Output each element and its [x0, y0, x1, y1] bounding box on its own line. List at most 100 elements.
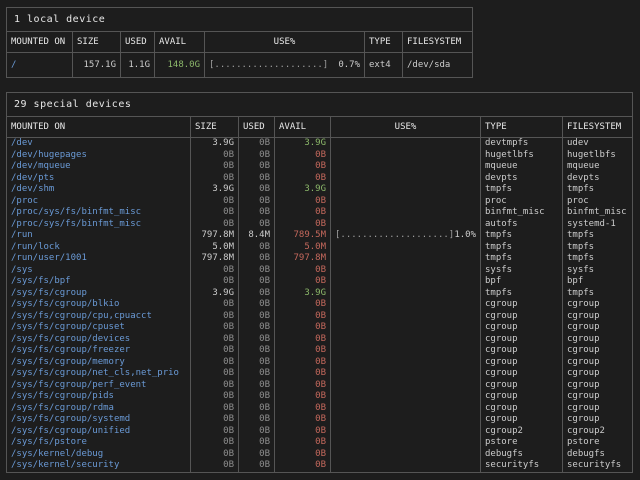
mount-cell: /run/lock	[7, 242, 191, 254]
size-cell: 0B	[191, 357, 239, 369]
table-row: /sys/fs/cgroup/unified0B0B0Bcgroup2cgrou…	[7, 426, 633, 438]
special-devices-rows: /dev3.9G0B3.9Gdevtmpfsudev/dev/hugepages…	[7, 138, 633, 473]
mount-cell: /sys/kernel/security	[7, 460, 191, 472]
size-cell: 0B	[191, 322, 239, 334]
use-cell	[331, 161, 481, 173]
avail-cell: 0B	[275, 380, 331, 392]
use-cell	[331, 449, 481, 461]
mount-cell: /dev/shm	[7, 184, 191, 196]
column-header-use-percent: USE%	[205, 32, 365, 53]
table-row: /sys/fs/cgroup/net_cls,net_prio0B0B0Bcgr…	[7, 368, 633, 380]
type-cell: tmpfs	[481, 288, 563, 300]
column-header-type: TYPE	[365, 32, 403, 53]
mount-cell: /sys/fs/cgroup/cpu,cpuacct	[7, 311, 191, 323]
size-cell: 0B	[191, 334, 239, 346]
fs-cell: cgroup	[563, 311, 633, 323]
size-cell: 0B	[191, 460, 239, 472]
size-cell: 797.8M	[191, 253, 239, 265]
mount-cell: /proc	[7, 196, 191, 208]
size-cell: 3.9G	[191, 184, 239, 196]
fs-cell: cgroup	[563, 299, 633, 311]
fs-cell: cgroup	[563, 391, 633, 403]
type-cell: securityfs	[481, 460, 563, 472]
avail-cell: 5.0M	[275, 242, 331, 254]
avail-cell: 0B	[275, 414, 331, 426]
avail-cell: 0B	[275, 334, 331, 346]
avail-cell: 0B	[275, 322, 331, 334]
fs-cell: tmpfs	[563, 253, 633, 265]
table-row: /proc/sys/fs/binfmt_misc0B0B0Bbinfmt_mis…	[7, 207, 633, 219]
avail-cell: 0B	[275, 357, 331, 369]
avail-cell: 0B	[275, 299, 331, 311]
table-row: /dev/mqueue0B0B0Bmqueuemqueue	[7, 161, 633, 173]
column-header-size: SIZE	[73, 32, 121, 53]
usage-bar-track: [....................]	[209, 60, 328, 70]
size-cell: 3.9G	[191, 288, 239, 300]
used-cell: 0B	[239, 414, 275, 426]
avail-cell: 797.8M	[275, 253, 331, 265]
use-cell	[331, 138, 481, 150]
used-cell: 0B	[239, 253, 275, 265]
used-cell: 0B	[239, 311, 275, 323]
use-cell	[331, 150, 481, 162]
type-cell: devtmpfs	[481, 138, 563, 150]
use-cell: [....................] 0.7%	[205, 53, 365, 78]
size-cell: 0B	[191, 380, 239, 392]
use-cell	[331, 334, 481, 346]
mount-cell: /sys/fs/cgroup/memory	[7, 357, 191, 369]
table-row: /run/user/1001797.8M0B797.8Mtmpfstmpfs	[7, 253, 633, 265]
use-cell	[331, 276, 481, 288]
type-cell: hugetlbfs	[481, 150, 563, 162]
fs-cell: bpf	[563, 276, 633, 288]
column-header-use-percent: USE%	[331, 117, 481, 138]
use-cell	[331, 299, 481, 311]
type-cell: devpts	[481, 173, 563, 185]
type-cell: pstore	[481, 437, 563, 449]
use-cell	[331, 391, 481, 403]
type-cell: autofs	[481, 219, 563, 231]
type-cell: cgroup	[481, 391, 563, 403]
avail-cell: 0B	[275, 161, 331, 173]
table-row: /sys/kernel/security0B0B0Bsecurityfssecu…	[7, 460, 633, 472]
mount-cell: /sys/fs/cgroup/pids	[7, 391, 191, 403]
table-row: /sys/kernel/debug0B0B0Bdebugfsdebugfs	[7, 449, 633, 461]
size-cell: 0B	[191, 173, 239, 185]
mount-cell: /sys	[7, 265, 191, 277]
fs-cell: cgroup	[563, 357, 633, 369]
use-cell	[331, 184, 481, 196]
mount-cell: /dev	[7, 138, 191, 150]
column-header-used: USED	[239, 117, 275, 138]
avail-cell: 3.9G	[275, 288, 331, 300]
mount-cell: /sys/fs/cgroup	[7, 288, 191, 300]
mount-cell: /dev/hugepages	[7, 150, 191, 162]
type-cell: cgroup	[481, 414, 563, 426]
table-row: /sys/fs/bpf0B0B0Bbpfbpf	[7, 276, 633, 288]
type-cell: binfmt_misc	[481, 207, 563, 219]
used-cell: 0B	[239, 150, 275, 162]
avail-cell: 0B	[275, 368, 331, 380]
size-cell: 0B	[191, 391, 239, 403]
mount-cell: /sys/fs/cgroup/freezer	[7, 345, 191, 357]
used-cell: 0B	[239, 276, 275, 288]
mount-cell: /sys/fs/cgroup/blkio	[7, 299, 191, 311]
avail-cell: 0B	[275, 219, 331, 231]
size-cell: 0B	[191, 368, 239, 380]
usage-percent: 0.7%	[338, 60, 360, 70]
mount-cell: /sys/fs/cgroup/systemd	[7, 414, 191, 426]
avail-cell: 0B	[275, 391, 331, 403]
table-row: /157.1G1.1G148.0G[....................]0…	[7, 53, 473, 78]
use-cell	[331, 426, 481, 438]
terminal-screen: 1 local device MOUNTED ON SIZE USED AVAI…	[0, 0, 640, 480]
table-row: /dev/hugepages0B0B0Bhugetlbfshugetlbfs	[7, 150, 633, 162]
fs-cell: cgroup	[563, 334, 633, 346]
used-cell: 0B	[239, 460, 275, 472]
used-cell: 0B	[239, 449, 275, 461]
mount-cell: /sys/fs/pstore	[7, 437, 191, 449]
mount-cell: /	[7, 53, 73, 78]
avail-cell: 789.5M	[275, 230, 331, 242]
fs-cell: hugetlbfs	[563, 150, 633, 162]
used-cell: 0B	[239, 368, 275, 380]
type-cell: cgroup2	[481, 426, 563, 438]
fs-cell: securityfs	[563, 460, 633, 472]
used-cell: 1.1G	[121, 53, 155, 78]
